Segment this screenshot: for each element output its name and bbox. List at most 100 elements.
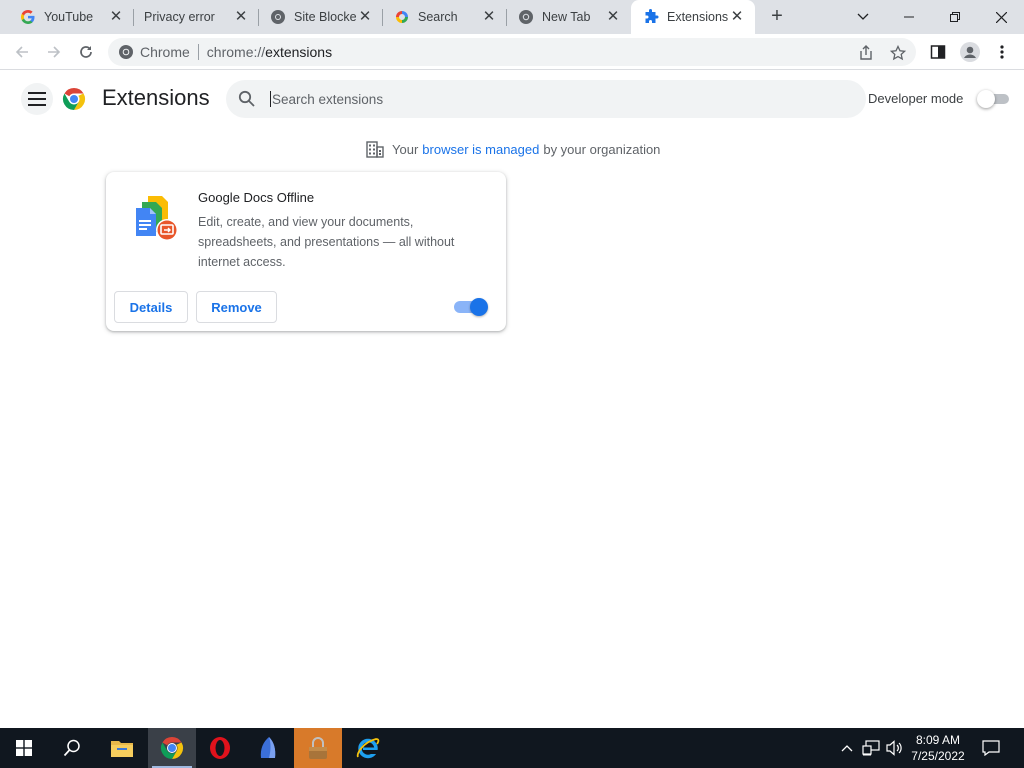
tab-title: Privacy error (144, 10, 215, 24)
avatar-icon (960, 42, 980, 62)
close-icon[interactable]: ✕ (357, 9, 373, 25)
tab-privacy-error[interactable]: Privacy error ✕ (134, 0, 259, 34)
tray-overflow-button[interactable] (838, 728, 856, 768)
taskbar-app-blue[interactable] (244, 728, 292, 768)
restore-button[interactable] (932, 0, 978, 34)
menu-button[interactable] (988, 38, 1016, 66)
url-path: extensions (265, 44, 333, 60)
folder-icon (111, 741, 133, 757)
lock-icon (309, 737, 327, 759)
windows-logo-icon (16, 740, 32, 756)
chrome-logo-icon (160, 737, 184, 759)
tab-extensions[interactable]: Extensions ✕ (631, 0, 755, 34)
close-icon[interactable]: ✕ (605, 9, 621, 25)
extensions-header: Extensions Developer mode (0, 71, 1024, 127)
tab-title: New Tab (542, 10, 591, 24)
chrome-icon[interactable] (118, 44, 134, 60)
search-icon (238, 90, 256, 108)
text-caret (270, 91, 271, 107)
taskbar-vpn-app[interactable] (294, 728, 342, 768)
tab-strip: YouTube ✕ Privacy error ✕ Site Blocker ✕… (0, 0, 1024, 34)
tab-youtube[interactable]: YouTube ✕ (0, 0, 134, 34)
omnibox-divider (197, 44, 199, 60)
tab-new-tab[interactable]: New Tab ✕ (498, 0, 631, 34)
remove-button[interactable]: Remove (196, 291, 277, 323)
close-window-button[interactable] (978, 0, 1024, 34)
site-label: Chrome (140, 44, 190, 60)
taskbar-opera[interactable] (196, 728, 244, 768)
tab-site-blocker[interactable]: Site Blocker ✕ (250, 0, 383, 34)
notification-icon (982, 740, 1000, 756)
search-icon (63, 739, 80, 757)
browser-toolbar: Chrome chrome://extensions (0, 34, 1024, 70)
close-icon (995, 11, 1007, 23)
close-icon[interactable]: ✕ (233, 9, 249, 25)
side-panel-button[interactable] (924, 38, 952, 66)
back-button[interactable] (8, 38, 36, 66)
taskbar-search-button[interactable] (48, 728, 96, 768)
windows-taskbar: 8:09 AM 7/25/2022 (0, 728, 1024, 768)
network-tray-button[interactable] (860, 728, 882, 768)
close-icon[interactable]: ✕ (729, 9, 745, 25)
search-extensions-box[interactable] (226, 80, 866, 118)
close-icon[interactable]: ✕ (108, 9, 124, 25)
chevron-down-icon (857, 13, 869, 20)
clock-time: 8:09 AM (915, 733, 961, 747)
taskbar-file-explorer[interactable] (98, 728, 146, 768)
chevron-up-icon (841, 745, 853, 752)
new-tab-button[interactable]: + (765, 5, 789, 29)
action-center-button[interactable] (980, 728, 1002, 768)
chrome-icon (518, 9, 534, 25)
tab-title: Site Blocker (294, 10, 357, 24)
extension-card: Google Docs Offline Edit, create, and vi… (106, 172, 506, 331)
reload-icon (80, 46, 92, 58)
forward-button[interactable] (40, 38, 68, 66)
close-icon[interactable]: ✕ (481, 9, 497, 25)
search-input[interactable] (272, 91, 832, 107)
more-vert-icon (1000, 45, 1004, 59)
extension-description: Edit, create, and view your documents, s… (198, 215, 455, 269)
browser-managed-link[interactable]: browser is managed (422, 142, 539, 157)
toggle-knob (470, 298, 488, 316)
main-menu-button[interactable] (21, 83, 53, 115)
arrow-left-icon (15, 46, 28, 58)
tab-title: Search (418, 10, 458, 24)
share-icon[interactable] (856, 43, 876, 63)
managed-suffix: by your organization (543, 141, 661, 157)
tab-search[interactable]: Search ✕ (374, 0, 507, 34)
taskbar-internet-explorer[interactable] (344, 728, 392, 768)
google-g-icon (20, 9, 36, 25)
bookmark-star-icon[interactable] (888, 43, 908, 63)
taskbar-chrome[interactable] (148, 728, 196, 768)
chrome-logo-icon (62, 87, 86, 116)
tab-search-dropdown[interactable] (840, 0, 886, 34)
puzzle-icon (643, 9, 659, 25)
minimize-button[interactable] (886, 0, 932, 34)
start-button[interactable] (0, 728, 48, 768)
developer-mode-label: Developer mode (868, 91, 964, 106)
restore-icon (950, 12, 960, 22)
globe-icon (270, 9, 286, 25)
managed-prefix: Your (392, 141, 419, 157)
network-icon (862, 740, 880, 756)
sail-icon (260, 737, 276, 758)
extension-enabled-toggle[interactable] (454, 298, 488, 316)
managed-notice: Your browser is managed by your organiza… (366, 140, 660, 158)
toggle-knob (977, 90, 995, 108)
arrow-right-icon (48, 46, 61, 58)
opera-icon (210, 737, 230, 759)
profile-button[interactable] (956, 38, 984, 66)
url-text: chrome://extensions (207, 44, 332, 60)
url-scheme: chrome:// (206, 44, 266, 60)
details-button[interactable]: Details (114, 291, 188, 323)
developer-mode-toggle[interactable] (977, 90, 1009, 108)
building-icon (366, 140, 384, 158)
hamburger-icon (28, 92, 46, 106)
page-title: Extensions (102, 85, 210, 110)
reload-button[interactable] (72, 38, 100, 66)
tab-title: Extensions (667, 10, 729, 24)
extension-name: Google Docs Offline (198, 190, 315, 205)
address-bar[interactable]: Chrome chrome://extensions (108, 38, 916, 66)
clock-date: 7/25/2022 (911, 749, 965, 763)
system-clock[interactable]: 8:09 AM 7/25/2022 (902, 732, 974, 764)
